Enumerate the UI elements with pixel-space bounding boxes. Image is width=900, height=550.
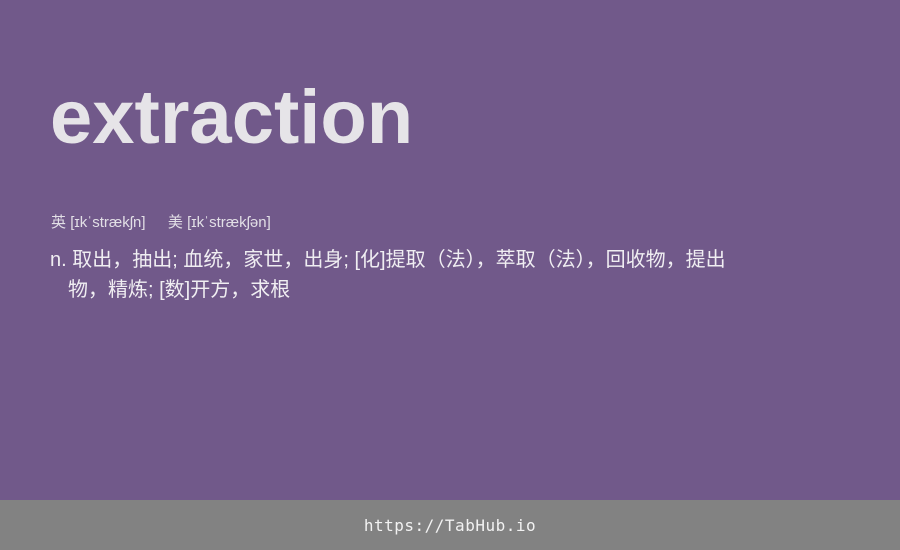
us-label: 美 (167, 214, 183, 231)
headword: extraction (50, 75, 414, 160)
tabhub-link[interactable]: https://TabHub.io (364, 516, 536, 535)
uk-label: 英 (51, 214, 67, 231)
pronunciation-row: 英 [ɪkˈstrækʃn] 美 [ɪkˈstrækʃən] (51, 213, 271, 233)
definition-text: n. 取出，抽出; 血统，家世，出身; [化]提取（法），萃取（法），回收物，提… (50, 249, 726, 301)
us-ipa: [ɪkˈstrækʃən] (187, 214, 271, 231)
uk-ipa: [ɪkˈstrækʃn] (70, 214, 146, 231)
footer-bar: https://TabHub.io (0, 500, 900, 550)
word-card: extraction 英 [ɪkˈstrækʃn] 美 [ɪkˈstrækʃən… (0, 0, 900, 500)
